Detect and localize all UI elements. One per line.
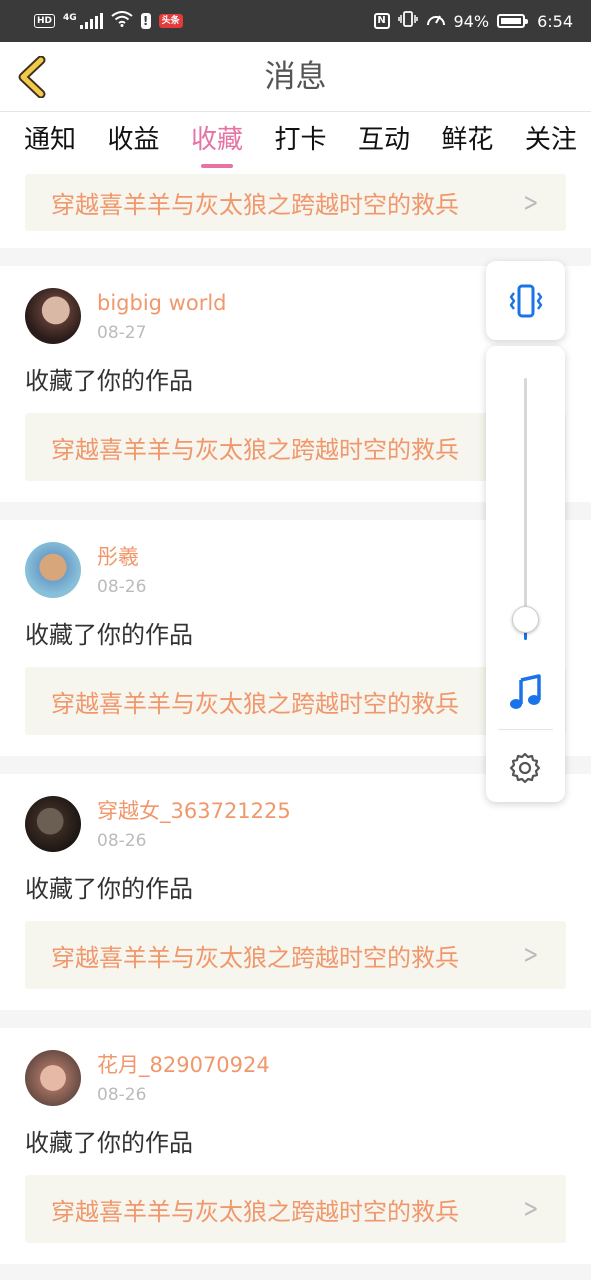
avatar[interactable] — [25, 288, 81, 344]
user-name[interactable]: bigbig world — [97, 288, 227, 318]
work-title: 穿越喜羊羊与灰太狼之跨越时空的救兵 — [51, 435, 459, 464]
wifi-icon — [111, 11, 133, 31]
gear-icon[interactable] — [508, 751, 542, 785]
status-right: N 94% 6:54 — [373, 11, 573, 31]
message-date: 08-26 — [97, 1085, 147, 1105]
user-row: 彤羲 08-26 — [25, 520, 566, 617]
divider — [498, 729, 553, 730]
work-link[interactable]: 穿越喜羊羊与灰太狼之跨越时空的救兵 > — [25, 174, 566, 231]
battery-icon — [497, 14, 529, 28]
nav-bar: 消息 — [0, 42, 591, 112]
tab-notifications[interactable]: 通知 — [24, 112, 76, 168]
work-title: 穿越喜羊羊与灰太狼之跨越时空的救兵 — [51, 689, 459, 718]
action-text: 收藏了你的作品 — [25, 621, 193, 649]
vibrate-icon — [509, 284, 542, 317]
work-title: 穿越喜羊羊与灰太狼之跨越时空的救兵 — [51, 1197, 459, 1226]
page-title: 消息 — [264, 59, 327, 95]
tab-checkin[interactable]: 打卡 — [274, 112, 326, 168]
chevron-right-icon: > — [523, 1194, 539, 1224]
avatar[interactable] — [25, 1050, 81, 1106]
vibrate-icon — [397, 11, 418, 31]
clock: 6:54 — [537, 11, 573, 31]
work-link[interactable]: 穿越喜羊羊与灰太狼之跨越时空的救兵 > — [25, 413, 566, 481]
status-left: HD 4G ! 头条 — [34, 11, 183, 31]
volume-panel — [486, 346, 565, 802]
tab-earnings[interactable]: 收益 — [107, 112, 159, 168]
action-text: 收藏了你的作品 — [25, 367, 193, 395]
music-note-icon[interactable] — [507, 674, 545, 712]
work-title: 穿越喜羊羊与灰太狼之跨越时空的救兵 — [51, 191, 459, 219]
user-row: 花月_829070924 08-26 — [25, 1028, 566, 1125]
list-item: 穿越女_363721225 08-26 收藏了你的作品 穿越喜羊羊与灰太狼之跨越… — [0, 774, 591, 1010]
status-bar: HD 4G ! 头条 N 94% 6:54 — [0, 0, 591, 42]
signal-icon: 4G — [63, 13, 103, 29]
user-name[interactable]: 穿越女_363721225 — [97, 796, 291, 826]
tab-follow[interactable]: 关注 — [525, 112, 577, 168]
battery-percent: 94% — [453, 11, 490, 31]
work-title: 穿越喜羊羊与灰太狼之跨越时空的救兵 — [51, 943, 459, 972]
chevron-right-icon: > — [523, 940, 539, 970]
user-row: bigbig world 08-27 — [25, 266, 566, 363]
speed-icon — [426, 11, 446, 31]
vibrate-toggle-button[interactable] — [486, 261, 565, 340]
tab-interaction[interactable]: 互动 — [358, 112, 410, 168]
user-row: 穿越女_363721225 08-26 — [25, 774, 566, 871]
volume-slider[interactable] — [524, 378, 527, 640]
chevron-right-icon: > — [523, 187, 539, 218]
work-link[interactable]: 穿越喜羊羊与灰太狼之跨越时空的救兵 > — [25, 921, 566, 989]
action-text: 收藏了你的作品 — [25, 875, 193, 903]
user-name[interactable]: 花月_829070924 — [97, 1050, 270, 1080]
toutiao-icon: 头条 — [158, 14, 183, 28]
user-name[interactable]: 彤羲 — [97, 542, 146, 572]
tab-flowers[interactable]: 鲜花 — [441, 112, 493, 168]
message-date: 08-26 — [97, 831, 147, 851]
avatar[interactable] — [25, 796, 81, 852]
message-date: 08-27 — [97, 323, 147, 343]
list-item: 花月_829070924 08-26 收藏了你的作品 穿越喜羊羊与灰太狼之跨越时… — [0, 1028, 591, 1264]
tab-bar: 通知 收益 收藏 打卡 互动 鲜花 关注 — [0, 112, 591, 168]
warning-icon: ! — [140, 13, 151, 29]
action-text: 收藏了你的作品 — [25, 1129, 193, 1157]
work-link[interactable]: 穿越喜羊羊与灰太狼之跨越时空的救兵 > — [25, 667, 566, 735]
volume-slider-thumb[interactable] — [512, 606, 539, 633]
nfc-icon: N — [373, 13, 390, 29]
work-link[interactable]: 穿越喜羊羊与灰太狼之跨越时空的救兵 > — [25, 1175, 566, 1243]
avatar[interactable] — [25, 542, 81, 598]
list-item: 穿越喜羊羊与灰太狼之跨越时空的救兵 > — [0, 168, 591, 248]
hd-icon: HD — [34, 14, 56, 28]
message-date: 08-26 — [97, 577, 147, 597]
network-type-label: 4G — [63, 13, 77, 23]
tab-favorites[interactable]: 收藏 — [191, 112, 243, 168]
